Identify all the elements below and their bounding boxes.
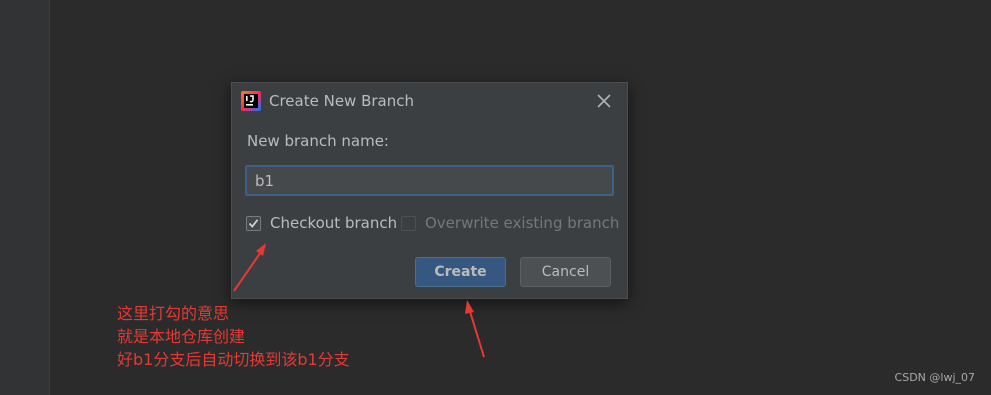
annotation-line: 就是本地仓库创建 xyxy=(117,327,246,346)
arrow-to-checkout-checkbox xyxy=(233,243,266,292)
annotation-line: 好b1分支后自动切换到该b1分支 xyxy=(117,350,350,369)
annotation-line: 这里打勾的意思 xyxy=(117,304,230,323)
annotation-note: 这里打勾的意思 就是本地仓库创建 好b1分支后自动切换到该b1分支 xyxy=(117,302,350,371)
watermark: CSDN @lwj_07 xyxy=(894,371,975,384)
arrow-to-create-button xyxy=(465,300,485,358)
